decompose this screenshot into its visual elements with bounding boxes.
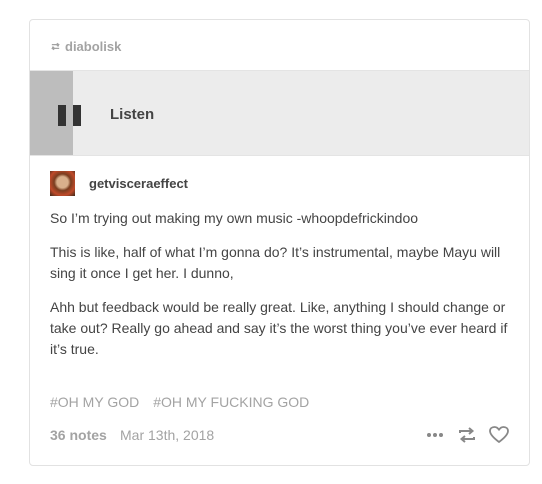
reblog-icon[interactable] — [456, 424, 478, 446]
author-username-link[interactable]: getvisceraeffect — [89, 176, 188, 191]
reblog-icon — [51, 42, 60, 50]
post-paragraph: This is like, half of what I’m gonna do?… — [50, 244, 501, 281]
tag-link[interactable]: #OH MY GOD — [50, 394, 139, 410]
reblogged-from-blog-link[interactable]: diabolisk — [65, 39, 121, 54]
post-actions — [424, 424, 510, 446]
post-footer: 36 notes Mar 13th, 2018 — [50, 424, 510, 446]
post-card: diabolisk Listen getvisceraeffect So I’m… — [29, 19, 530, 466]
post-paragraph: Ahh but feedback would be really great. … — [50, 299, 508, 357]
reblog-header: diabolisk — [50, 38, 121, 54]
heart-icon[interactable] — [488, 424, 510, 446]
post-body: So I’m trying out making my own music -w… — [50, 208, 512, 373]
post-date-link[interactable]: Mar 13th, 2018 — [120, 427, 214, 443]
audio-player[interactable]: Listen — [30, 70, 529, 156]
post-author: getvisceraeffect — [50, 171, 188, 196]
post-tags: #OH MY GOD #OH MY FUCKING GOD — [50, 394, 309, 410]
notes-count-link[interactable]: 36 notes — [50, 427, 107, 443]
pause-icon[interactable] — [58, 105, 83, 126]
tag-link[interactable]: #OH MY FUCKING GOD — [153, 394, 309, 410]
post-paragraph: So I’m trying out making my own music -w… — [50, 210, 419, 226]
more-icon[interactable] — [424, 424, 446, 446]
avatar[interactable] — [50, 171, 75, 196]
audio-label: Listen — [110, 106, 155, 123]
